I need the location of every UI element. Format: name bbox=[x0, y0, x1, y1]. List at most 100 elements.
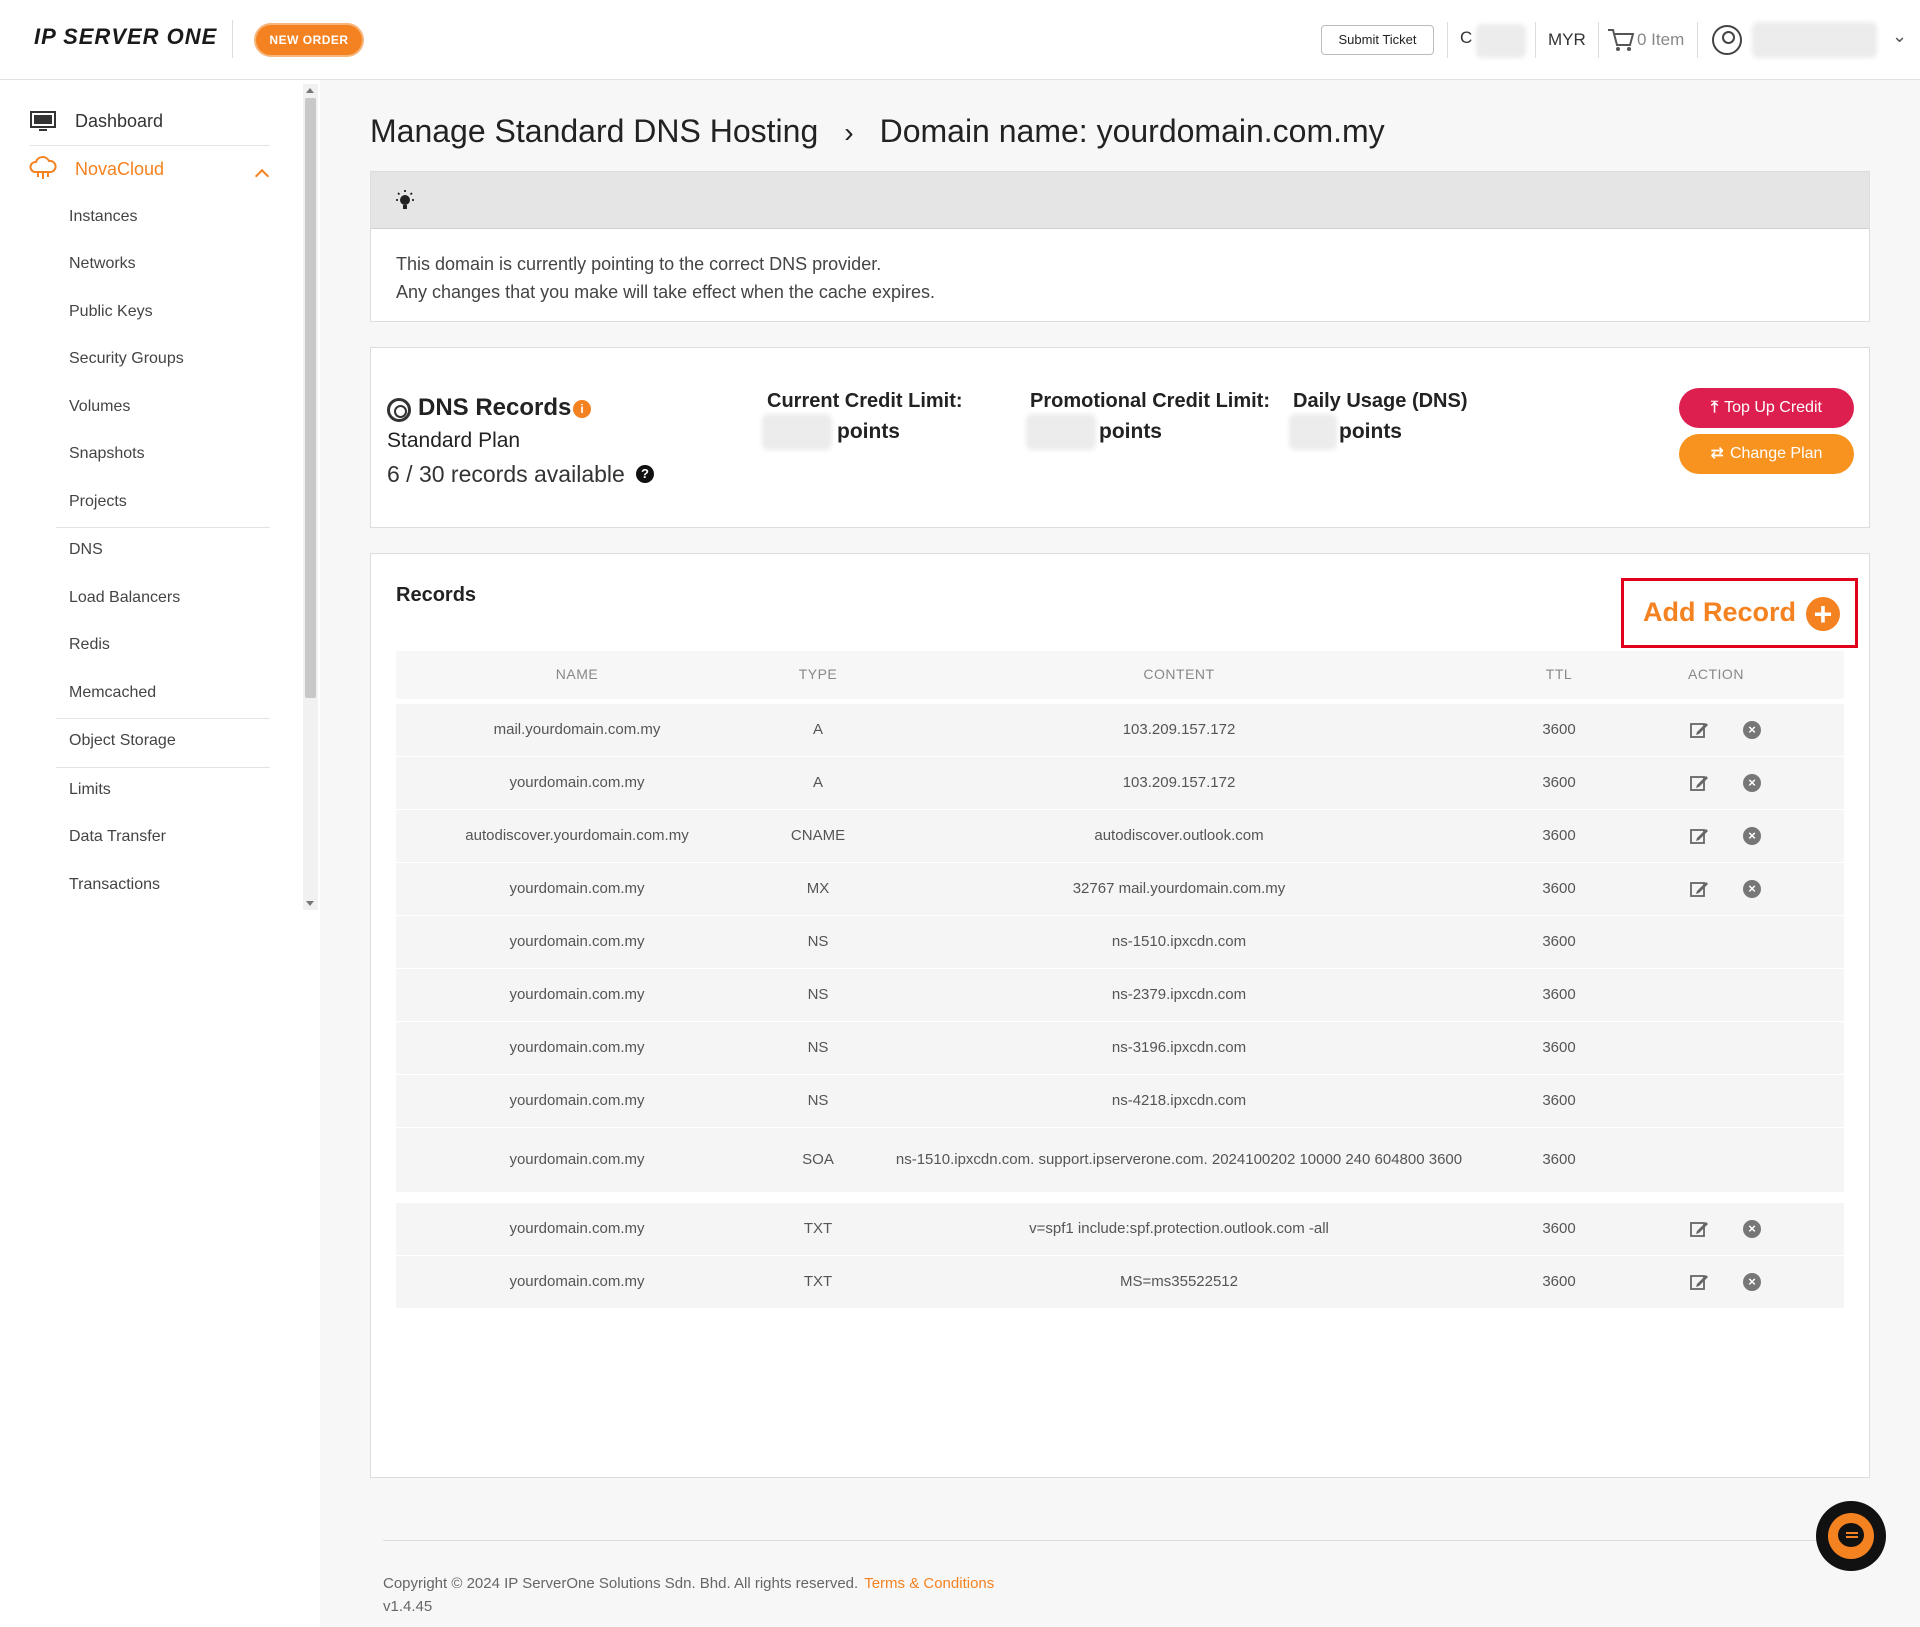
help-icon[interactable]: ? bbox=[636, 465, 654, 483]
record-content-cell: 103.209.157.172 bbox=[1122, 774, 1236, 791]
sidebar-divider bbox=[56, 718, 270, 719]
lightbulb-icon bbox=[396, 190, 414, 209]
record-name-cell: yourdomain.com.my bbox=[509, 986, 645, 1003]
record-ttl-cell: 3600 bbox=[1542, 986, 1576, 1003]
breadcrumb-current: Domain name: yourdomain.com.my bbox=[879, 113, 1385, 149]
add-record-button[interactable]: Add Record + bbox=[1621, 578, 1858, 648]
scrollbar-thumb[interactable] bbox=[305, 98, 316, 698]
sidebar-divider bbox=[30, 145, 270, 146]
chevron-down-icon[interactable]: ⌄ bbox=[1892, 26, 1907, 47]
sidebar-item-redis[interactable]: Redis bbox=[69, 636, 110, 654]
edit-icon[interactable] bbox=[1689, 1272, 1709, 1292]
delete-icon[interactable]: × bbox=[1743, 827, 1761, 845]
table-row: yourdomain.com.my TXT MS=ms35522512 3600 × bbox=[396, 1256, 1844, 1308]
record-name-cell: autodiscover.yourdomain.com.my bbox=[465, 827, 689, 844]
credit-label: C bbox=[1460, 28, 1473, 47]
record-ttl-cell: 3600 bbox=[1542, 1220, 1576, 1237]
chevron-up-icon[interactable] bbox=[254, 168, 270, 184]
new-order-button[interactable]: NEW ORDER bbox=[254, 23, 364, 57]
cart-count[interactable]: 0 Item bbox=[1637, 30, 1684, 50]
sidebar-item-dns[interactable]: DNS bbox=[69, 541, 103, 559]
info-icon[interactable]: i bbox=[573, 400, 591, 418]
notice-message: This domain is currently pointing to the… bbox=[396, 250, 935, 306]
record-content-cell: 103.209.157.172 bbox=[1122, 721, 1236, 738]
currency-selector[interactable]: MYR bbox=[1548, 30, 1586, 50]
record-ttl-cell: 3600 bbox=[1542, 1151, 1576, 1168]
edit-icon[interactable] bbox=[1689, 720, 1709, 740]
change-plan-button[interactable]: ⇄ Change Plan bbox=[1679, 434, 1854, 474]
edit-icon[interactable] bbox=[1689, 773, 1709, 793]
user-avatar-icon[interactable] bbox=[1712, 25, 1742, 55]
delete-icon[interactable]: × bbox=[1743, 721, 1761, 739]
promo-credit-unit: points bbox=[1099, 420, 1162, 443]
delete-icon[interactable]: × bbox=[1743, 880, 1761, 898]
sidebar-item-memcached[interactable]: Memcached bbox=[69, 684, 156, 702]
sidebar-item-limits[interactable]: Limits bbox=[69, 781, 111, 799]
column-header-name: NAME bbox=[555, 666, 599, 682]
sidebar-item-novacloud[interactable]: NovaCloud bbox=[75, 159, 164, 180]
current-credit-label: Current Credit Limit: bbox=[767, 390, 963, 412]
record-content-cell: ns-2379.ipxcdn.com bbox=[1111, 986, 1247, 1003]
top-header: IP SERVER ONE NEW ORDER Submit Ticket C … bbox=[0, 0, 1920, 80]
sidebar-item-load-balancers[interactable]: Load Balancers bbox=[69, 589, 180, 607]
add-record-label[interactable]: Add Record bbox=[1643, 597, 1796, 628]
records-available: 6 / 30 records available bbox=[387, 461, 625, 487]
scroll-up-icon[interactable] bbox=[306, 88, 314, 93]
sidebar-item-data-transfer[interactable]: Data Transfer bbox=[69, 828, 166, 846]
table-row: yourdomain.com.my A 103.209.157.172 3600 × bbox=[396, 757, 1844, 809]
sidebar-item-instances[interactable]: Instances bbox=[69, 208, 137, 226]
sidebar-item-dashboard[interactable]: Dashboard bbox=[75, 111, 163, 132]
terms-link[interactable]: Terms & Conditions bbox=[864, 1575, 994, 1592]
sidebar-item-snapshots[interactable]: Snapshots bbox=[69, 445, 145, 463]
scroll-down-icon[interactable] bbox=[306, 901, 314, 906]
current-credit-unit: points bbox=[837, 420, 900, 443]
current-credit-value-redacted bbox=[762, 414, 832, 450]
record-type-cell: TXT bbox=[803, 1273, 833, 1290]
sidebar-item-projects[interactable]: Projects bbox=[69, 493, 127, 511]
sidebar-item-networks[interactable]: Networks bbox=[69, 255, 136, 273]
sidebar-item-security-groups[interactable]: Security Groups bbox=[69, 350, 184, 368]
sidebar-item-object-storage[interactable]: Object Storage bbox=[69, 732, 176, 750]
record-content-cell: v=spf1 include:spf.protection.outlook.co… bbox=[1029, 1220, 1329, 1237]
sidebar-item-volumes[interactable]: Volumes bbox=[69, 398, 130, 416]
sidebar-item-transactions[interactable]: Transactions bbox=[69, 876, 160, 894]
plan-name: Standard Plan bbox=[387, 429, 521, 452]
chat-support-button[interactable] bbox=[1816, 1501, 1886, 1571]
daily-usage-unit: points bbox=[1339, 420, 1402, 443]
record-content-cell: ns-4218.ipxcdn.com bbox=[1111, 1092, 1247, 1109]
edit-icon[interactable] bbox=[1689, 879, 1709, 899]
record-ttl-cell: 3600 bbox=[1542, 827, 1576, 844]
sidebar-divider bbox=[56, 767, 270, 768]
sidebar-scrollbar[interactable] bbox=[303, 84, 318, 910]
username-redacted[interactable] bbox=[1752, 22, 1877, 58]
column-header-action: ACTION bbox=[1688, 666, 1744, 682]
brand-logo[interactable]: IP SERVER ONE bbox=[34, 24, 217, 50]
record-ttl-cell: 3600 bbox=[1542, 1273, 1576, 1290]
edit-icon[interactable] bbox=[1689, 1219, 1709, 1239]
breadcrumb-parent[interactable]: Manage Standard DNS Hosting bbox=[370, 113, 818, 149]
top-up-credit-button[interactable]: ⤒ Top Up Credit bbox=[1679, 388, 1854, 428]
delete-icon[interactable]: × bbox=[1743, 774, 1761, 792]
sidebar-item-public-keys[interactable]: Public Keys bbox=[69, 303, 153, 321]
cart-icon[interactable] bbox=[1607, 27, 1635, 53]
record-ttl-cell: 3600 bbox=[1542, 1039, 1576, 1056]
records-card: Records Add Record + NAME TYPE CONTENT T… bbox=[370, 553, 1870, 1478]
record-content-cell: ns-3196.ipxcdn.com bbox=[1111, 1039, 1247, 1056]
record-type-cell: NS bbox=[807, 1039, 829, 1056]
daily-usage-value-redacted bbox=[1289, 414, 1337, 450]
record-ttl-cell: 3600 bbox=[1542, 774, 1576, 791]
record-name-cell: mail.yourdomain.com.my bbox=[493, 721, 661, 738]
plus-circle-icon[interactable]: + bbox=[1806, 597, 1840, 631]
page-title: Manage Standard DNS Hosting › Domain name:… bbox=[370, 113, 1385, 150]
record-content-cell: ns-1510.ipxcdn.com. support.ipserverone.… bbox=[895, 1151, 1463, 1168]
table-row: mail.yourdomain.com.my A 103.209.157.172 36… bbox=[396, 704, 1844, 756]
delete-icon[interactable]: × bbox=[1743, 1220, 1761, 1238]
edit-icon[interactable] bbox=[1689, 826, 1709, 846]
delete-icon[interactable]: × bbox=[1743, 1273, 1761, 1291]
record-type-cell: A bbox=[812, 774, 823, 791]
record-ttl-cell: 3600 bbox=[1542, 1092, 1576, 1109]
table-row: autodiscover.yourdomain.com.my CNAME autod… bbox=[396, 810, 1844, 862]
chat-bubble-icon[interactable] bbox=[1828, 1513, 1874, 1559]
submit-ticket-button[interactable]: Submit Ticket bbox=[1321, 25, 1434, 55]
sidebar: Dashboard NovaCloud Instances Networks P… bbox=[0, 80, 320, 1627]
